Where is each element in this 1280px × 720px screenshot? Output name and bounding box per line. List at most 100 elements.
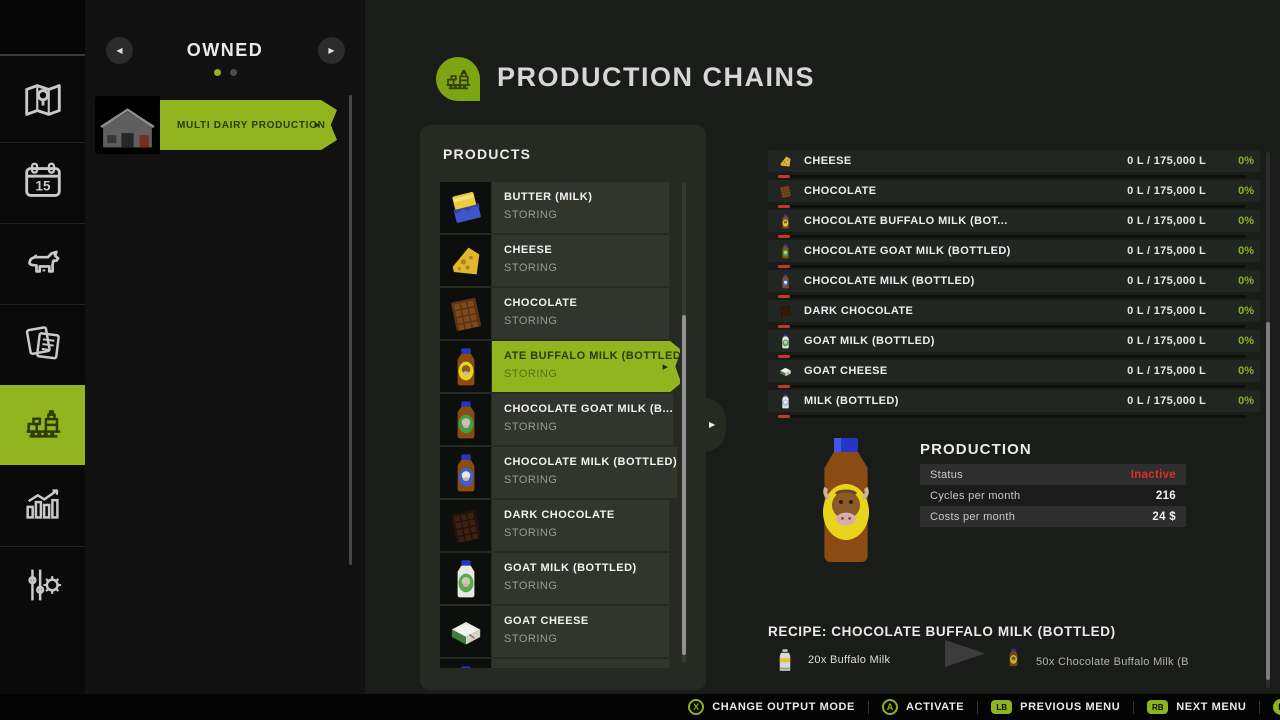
settings-icon [20, 562, 66, 613]
sidebar-item-statistics[interactable] [0, 465, 85, 546]
production-chains-icon [436, 57, 480, 101]
product-list-item[interactable]: DARK CHOCOLATE STORING [440, 500, 669, 551]
fill-level-bar [778, 265, 1246, 268]
page-dot-active [214, 69, 221, 76]
gamepad-lb-button-icon: LB [991, 700, 1012, 714]
owned-production-item[interactable]: MULTI DAIRY PRODUCTION ▶ [95, 96, 337, 154]
chevron-right-icon: ▶ [709, 420, 715, 429]
bottle-buffalo-icon [440, 341, 491, 392]
gamepad-hint-x[interactable]: X CHANGE OUTPUT MODE [688, 699, 855, 715]
chevron-right-icon: ▶ [315, 121, 320, 129]
production-info-row: Status Inactive [920, 464, 1186, 485]
product-list-item[interactable]: CHOCOLATE MILK (BOTTLED) STORING [440, 447, 669, 498]
storage-row[interactable]: CHEESE 0 L / 175,000 L 0% [768, 150, 1260, 180]
sidebar-tabs: 15 [0, 62, 95, 627]
products-list: BUTTER (MILK) STORING CHEESE STORING CHO… [440, 182, 680, 668]
chevron-right-icon: ▶ [328, 46, 334, 55]
contracts-icon [20, 320, 66, 371]
gamepad-hint-a[interactable]: A ACTIVATE [882, 699, 964, 715]
production-section-title: PRODUCTION [920, 441, 1032, 458]
fill-level-bar [778, 205, 1246, 208]
gamepad-hint-b[interactable]: B B [1273, 699, 1280, 715]
bottle-goat-icon [778, 334, 793, 349]
products-scrollbar-thumb[interactable] [682, 315, 686, 655]
page-dot [230, 69, 237, 76]
bottle-milk-choc-icon [778, 274, 793, 289]
storage-list: CHEESE 0 L / 175,000 L 0% CHOCOLATE 0 L … [768, 150, 1260, 420]
details-scrollbar-thumb[interactable] [1266, 322, 1270, 680]
product-list-item[interactable] [440, 659, 669, 668]
fill-level-bar [778, 295, 1246, 298]
recipe-arrow-icon [945, 640, 985, 667]
chocolate-icon [778, 184, 793, 199]
product-list-item[interactable]: CHOCOLATE GOAT MILK (B... STORING [440, 394, 669, 445]
gamepad-rb-button-icon: RB [1147, 700, 1168, 714]
product-list-item[interactable]: ATE BUFFALO MILK (BOTTLED STORING ▶ [440, 341, 680, 392]
sidebar-item-calendar[interactable]: 15 [0, 142, 85, 223]
sidebar-item-contracts[interactable] [0, 304, 85, 385]
fill-level-bar [778, 385, 1246, 388]
production-info-table: Status Inactive Cycles per month 216 Cos… [920, 464, 1186, 527]
production-info-row: Cycles per month 216 [920, 485, 1186, 506]
separator [868, 701, 869, 714]
production-info-row: Costs per month 24 $ [920, 506, 1186, 527]
page-title: PRODUCTION CHAINS [497, 62, 815, 93]
storage-row[interactable]: MILK (BOTTLED) 0 L / 175,000 L 0% [768, 390, 1260, 420]
products-panel: PRODUCTS BUTTER (MILK) STORING CHEESE ST… [420, 125, 706, 690]
money-box [0, 0, 85, 56]
chevron-right-icon: ▶ [663, 363, 668, 371]
sidebar-item-map[interactable] [0, 62, 85, 142]
goat-cheese-icon [440, 606, 491, 657]
dark-chocolate-icon [778, 304, 793, 319]
production-chains-screen: 15 ◀ OWNED ▶ MULTI DAIRY PRODUCTION ▶ PR… [0, 0, 1280, 720]
bottle-goat-icon [440, 553, 491, 604]
product-list-item[interactable]: GOAT MILK (BOTTLED) STORING [440, 553, 669, 604]
storage-row[interactable]: CHOCOLATE 0 L / 175,000 L 0% [768, 180, 1260, 210]
product-list-item[interactable]: GOAT CHEESE STORING [440, 606, 669, 657]
separator [977, 701, 978, 714]
product-list-item[interactable]: BUTTER (MILK) STORING [440, 182, 669, 233]
gamepad-a-button-icon: A [882, 699, 898, 715]
bottle-milk-icon [778, 394, 793, 409]
production-icon [20, 400, 66, 451]
svg-text:15: 15 [35, 178, 50, 193]
gamepad-hint-lb[interactable]: LB PREVIOUS MENU [991, 700, 1120, 714]
page-dots [85, 69, 365, 76]
sidebar-item-settings[interactable] [0, 546, 85, 627]
cheese-icon [440, 235, 491, 286]
storage-row[interactable]: CHOCOLATE GOAT MILK (BOTTLED) 0 L / 175,… [768, 240, 1260, 270]
statistics-icon [20, 481, 66, 532]
bottle-milk-icon [440, 659, 491, 668]
storage-row[interactable]: DARK CHOCOLATE 0 L / 175,000 L 0% [768, 300, 1260, 330]
recipe-title: RECIPE: CHOCOLATE BUFFALO MILK (BOTTLED) [768, 624, 1116, 639]
owned-panel: ◀ OWNED ▶ MULTI DAIRY PRODUCTION ▶ [85, 0, 365, 694]
recipe-input-label: 20x Buffalo Milk [808, 654, 890, 666]
panel-expand-arrow[interactable]: ▶ [704, 398, 726, 452]
recipe-output-label: 50x Chocolate Buffalo Milk (B [1036, 656, 1189, 668]
owned-scrollbar[interactable] [349, 95, 352, 565]
storage-row[interactable]: CHOCOLATE BUFFALO MILK (BOT... 0 L / 175… [768, 210, 1260, 240]
bottle-goat-choc-icon [440, 394, 491, 445]
chocolate-buffalo-milk-bottle-image [808, 436, 884, 564]
gamepad-b-button-icon: B [1273, 699, 1280, 715]
product-list-item[interactable]: CHOCOLATE STORING [440, 288, 669, 339]
products-panel-title: PRODUCTS [443, 146, 531, 162]
storage-row[interactable]: GOAT CHEESE 0 L / 175,000 L 0% [768, 360, 1260, 390]
storage-row[interactable]: CHOCOLATE MILK (BOTTLED) 0 L / 175,000 L… [768, 270, 1260, 300]
page-next-button[interactable]: ▶ [318, 37, 345, 64]
fill-level-bar [778, 355, 1246, 358]
calendar-icon: 15 [20, 158, 66, 209]
gamepad-hint-rb[interactable]: RB NEXT MENU [1147, 700, 1246, 714]
gamepad-x-button-icon: X [688, 699, 704, 715]
storage-row[interactable]: GOAT MILK (BOTTLED) 0 L / 175,000 L 0% [768, 330, 1260, 360]
separator [1133, 701, 1134, 714]
bottle-goat-choc-icon [778, 244, 793, 259]
production-building-thumbnail [95, 96, 160, 154]
bottle-milk-choc-icon [440, 447, 491, 498]
sidebar-item-animals[interactable] [0, 223, 85, 304]
butter-icon [440, 182, 491, 233]
sidebar-item-production[interactable] [0, 385, 95, 465]
product-list-item[interactable]: CHEESE STORING [440, 235, 669, 286]
gamepad-hint-bar: X CHANGE OUTPUT MODE A ACTIVATE LB PREVI… [0, 694, 1280, 720]
chocolate-buffalo-milk-icon [1006, 648, 1021, 667]
